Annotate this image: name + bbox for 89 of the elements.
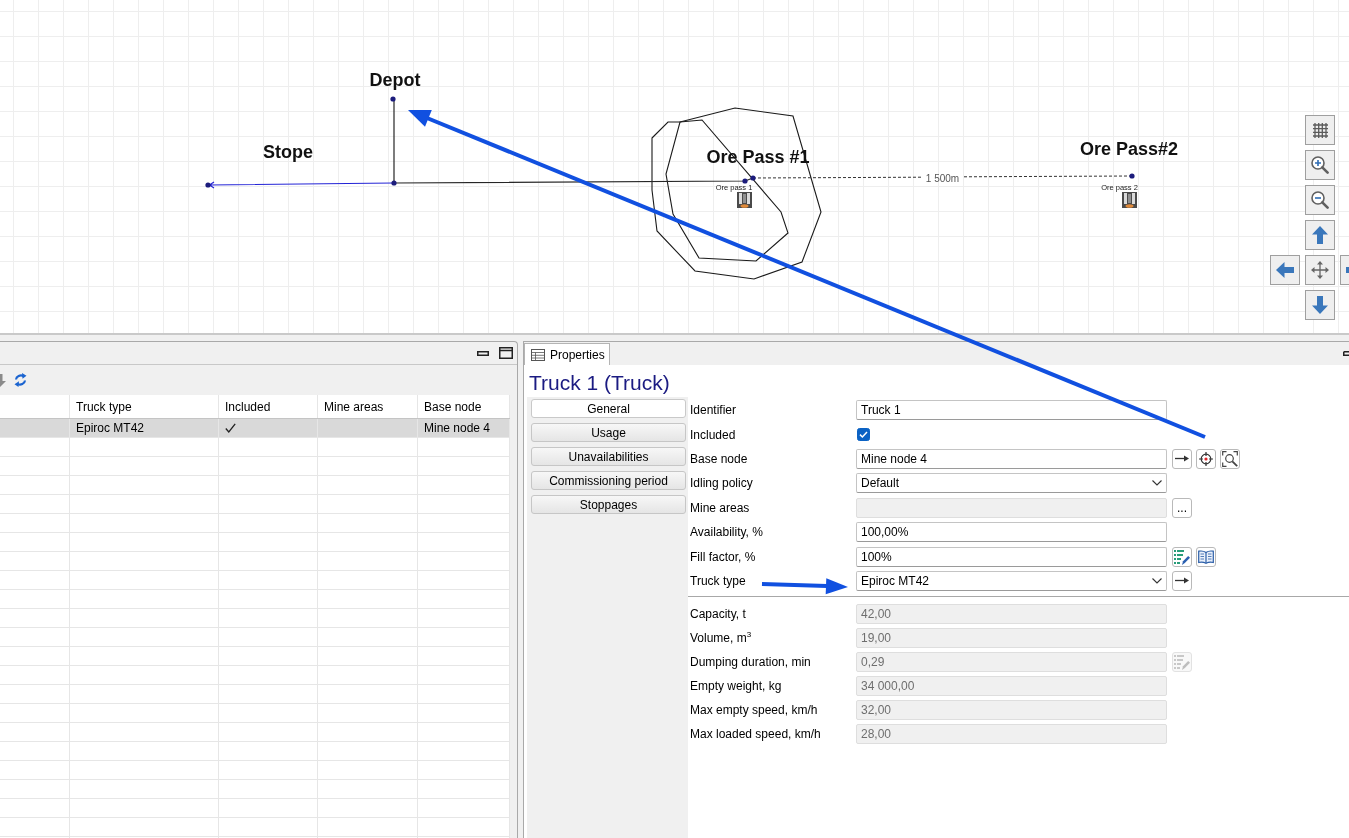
list-edit-icon (1174, 548, 1190, 565)
maximize-icon[interactable] (499, 347, 513, 359)
section-tab[interactable]: Unavailabilities (531, 447, 686, 466)
field-label: Fill factor, % (690, 549, 756, 564)
section-tab[interactable]: Stoppages (531, 495, 686, 514)
field-label: Max empty speed, km/h (690, 703, 818, 718)
field-label: Capacity, t (690, 607, 746, 622)
edit-button[interactable] (1172, 546, 1192, 567)
arrow-up-icon (1312, 226, 1328, 244)
zoom-out-button[interactable] (1305, 185, 1335, 215)
pan-up-button[interactable] (1305, 220, 1335, 250)
node-dot (390, 96, 396, 102)
field-label: Dumping duration, min (690, 655, 811, 670)
arrow-tail-icon (1346, 267, 1349, 273)
text-field: 32,00 (856, 700, 1167, 721)
text-field: 34 000,00 (856, 676, 1167, 697)
text-field: 28,00 (856, 724, 1167, 745)
zoom-to-fit-button[interactable] (1220, 448, 1240, 469)
minimize-icon[interactable] (1343, 351, 1349, 356)
field-label: Included (690, 427, 736, 442)
panel-title: Truck 1 (Truck) (528, 370, 671, 396)
ore-pass-icon (1122, 192, 1137, 208)
text-field: 0,29 (856, 652, 1167, 673)
minimize-icon[interactable] (477, 350, 489, 356)
node-dot (205, 182, 211, 188)
zoom-fit-icon (1222, 450, 1238, 467)
column-header: Truck type (76, 399, 132, 414)
zoom-in-button[interactable] (1305, 150, 1335, 180)
column-header: Included (225, 399, 271, 414)
pan-left-button[interactable] (1270, 255, 1300, 285)
crosshair-icon (1199, 451, 1213, 466)
go-to-button[interactable] (1172, 448, 1192, 469)
go-to-button[interactable] (1172, 570, 1192, 591)
field-label: Volume, m$^{3}$ (690, 631, 752, 646)
arrow-left-icon (1276, 262, 1294, 278)
field-label: Mine areas (690, 500, 750, 515)
chevron-down-icon (1152, 577, 1162, 584)
move-button[interactable] (1305, 255, 1335, 285)
book-button[interactable] (1196, 546, 1216, 567)
area-label: Depot (369, 70, 421, 90)
node-dot (742, 178, 748, 184)
column-header: Mine areas (324, 399, 384, 414)
column-header: Base node (424, 399, 482, 414)
down-arrow-icon[interactable] (0, 373, 6, 387)
book-icon (1198, 549, 1214, 564)
dropdown[interactable]: Default (856, 473, 1167, 494)
dropdown[interactable]: Epiroc MT42 (856, 570, 1167, 591)
text-field[interactable]: Mine node 4 (856, 448, 1167, 469)
field-label: Idling policy (690, 476, 753, 491)
text-field: 42,00 (856, 604, 1167, 625)
zoom-out-icon (1311, 191, 1329, 209)
pan-right-button[interactable] (1340, 255, 1349, 285)
table-icon (531, 348, 545, 361)
area-label: Ore Pass#2 (1079, 139, 1179, 159)
section-tab[interactable]: Commissioning period (531, 471, 686, 490)
properties-tab[interactable]: Properties (524, 343, 610, 365)
pan-down-button[interactable] (1305, 290, 1335, 320)
chevron-down-icon (1152, 480, 1162, 487)
node-dot (391, 180, 397, 186)
locate-button[interactable] (1196, 448, 1216, 469)
text-field[interactable]: Truck 1 (856, 400, 1167, 421)
field-label: Base node (690, 451, 748, 466)
table-cell: Mine node 4 (424, 421, 491, 435)
field-label: Empty weight, kg (690, 679, 782, 694)
checkbox[interactable] (857, 428, 870, 442)
text-field: 19,00 (856, 628, 1167, 649)
ore-pass-icon (737, 192, 752, 208)
field-label: Max loaded speed, km/h (690, 727, 821, 742)
node-dot (750, 175, 756, 181)
arrow-right-icon (1175, 577, 1189, 585)
area-label: Stope (263, 142, 313, 162)
grid-icon (1312, 122, 1328, 138)
move-icon (1311, 261, 1329, 279)
section-tab[interactable]: Usage (531, 423, 686, 442)
grid-button[interactable] (1305, 115, 1335, 145)
arrow-down-icon (1312, 296, 1328, 314)
refresh-icon[interactable] (14, 372, 27, 388)
table-cell: Epiroc MT42 (76, 421, 145, 435)
table-row[interactable]: Epiroc MT42 Mine node 4 (0, 419, 510, 438)
field-label: Identifier (690, 403, 737, 418)
node-dot (1129, 173, 1135, 179)
section-tab[interactable]: General (531, 399, 686, 418)
distance-label: 1 500m (925, 172, 960, 184)
field-label: Truck type (690, 573, 746, 588)
arrow-right-icon (1175, 455, 1189, 463)
text-field[interactable]: 100% (856, 546, 1167, 567)
zoom-in-icon (1311, 156, 1329, 174)
text-field[interactable]: 100,00% (856, 522, 1167, 543)
field-label: Availability, % (690, 525, 763, 540)
